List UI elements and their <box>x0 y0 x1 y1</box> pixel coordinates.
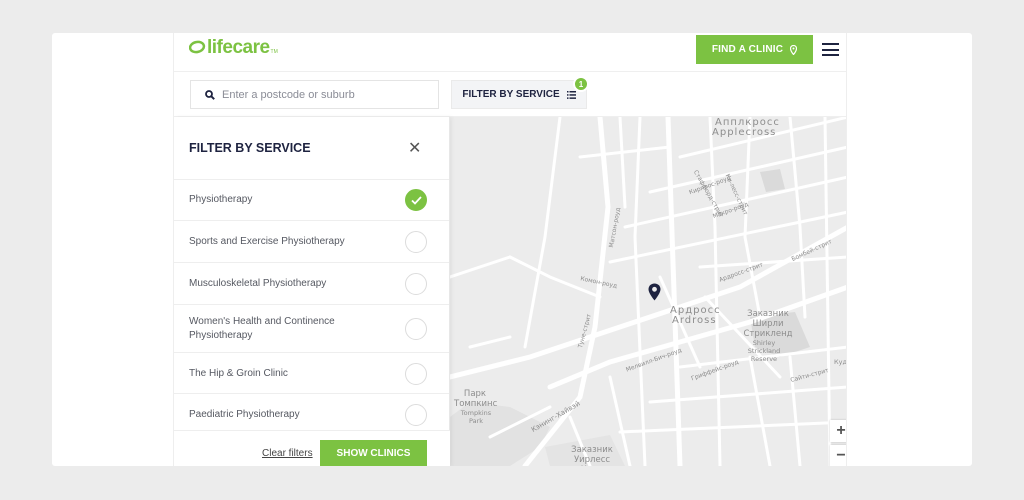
map-area-label-tompkins: Tompkins Park <box>460 409 492 425</box>
active-filter-count-badge: 1 <box>573 76 589 92</box>
map-area-label-wireless-hill: Заказник Уирлесс Хилл <box>571 445 613 466</box>
screenshot-card: lifecare TM FIND A CLINIC Enter a postco… <box>52 33 972 466</box>
service-option-label: Sports and Exercise Physiotherapy <box>189 236 345 247</box>
panel-title: FILTER BY SERVICE <box>189 141 311 155</box>
service-option-sports-exercise[interactable]: Sports and Exercise Physiotherapy <box>174 221 449 263</box>
service-option-label: Women's Health and Continence Physiother… <box>189 316 335 341</box>
map-area-label-applecross: Applecross <box>712 127 777 138</box>
leaf-swoosh-icon <box>189 40 206 54</box>
search-bar-row: FILTER BY SERVICE 1 <box>174 71 846 117</box>
lifecare-logo[interactable]: lifecare TM <box>189 38 278 58</box>
location-marker-icon[interactable] <box>648 283 661 301</box>
logo-trademark: TM <box>270 49 278 55</box>
map-area-label-tompkins-ru: Парк Томпкинс <box>454 389 498 409</box>
filter-button-label: FILTER BY SERVICE <box>462 89 560 100</box>
service-option-hip-groin[interactable]: The Hip & Groin Clinic <box>174 353 449 394</box>
map-area-label-ardross: Ardross <box>672 315 717 326</box>
service-option-label: Musculoskeletal Physiotherapy <box>189 278 327 289</box>
service-checkbox[interactable] <box>405 318 427 340</box>
service-checkbox[interactable] <box>405 231 427 253</box>
zoom-out-button[interactable]: − <box>830 445 846 466</box>
service-option-musculoskeletal[interactable]: Musculoskeletal Physiotherapy <box>174 263 449 305</box>
service-option-paediatric[interactable]: Paediatric Physiotherapy <box>174 394 449 434</box>
service-option-label: Physiotherapy <box>189 194 253 205</box>
service-option-label: The Hip & Groin Clinic <box>189 368 288 379</box>
map-edge-label: Кудс <box>834 358 847 366</box>
close-icon[interactable]: ✕ <box>408 138 421 158</box>
zoom-in-button[interactable]: + <box>830 420 846 442</box>
service-checkbox-checked[interactable] <box>405 189 427 211</box>
clear-filters-link[interactable]: Clear filters <box>262 448 313 459</box>
list-icon <box>566 90 576 99</box>
service-option-label: Paediatric Physiotherapy <box>189 409 300 420</box>
map-area-label-reserve: Shirley Strickland Reserve <box>747 339 781 363</box>
service-checkbox[interactable] <box>405 273 427 295</box>
find-a-clinic-button[interactable]: FIND A CLINIC <box>696 35 813 64</box>
map-view[interactable]: Апплкросс Applecross Ардросс Ardross Зак… <box>450 117 847 466</box>
map-area-label-reserve-ru: Заказник Ширли Стрикленд <box>743 309 793 339</box>
search-field[interactable] <box>190 80 439 109</box>
checkmark-icon <box>410 195 422 205</box>
logo-text: lifecare <box>207 37 270 58</box>
clinic-finder-page: lifecare TM FIND A CLINIC Enter a postco… <box>173 33 847 466</box>
service-checkbox[interactable] <box>405 404 427 426</box>
service-option-physiotherapy[interactable]: Physiotherapy <box>174 180 449 221</box>
filter-by-service-panel: FILTER BY SERVICE ✕ Physiotherapy Sports… <box>174 117 450 466</box>
service-checkbox[interactable] <box>405 363 427 385</box>
search-icon <box>205 89 215 100</box>
filter-by-service-button[interactable]: FILTER BY SERVICE <box>451 80 587 109</box>
show-clinics-button[interactable]: SHOW CLINICS <box>320 440 427 466</box>
site-header: lifecare TM FIND A CLINIC <box>174 33 846 71</box>
find-a-clinic-label: FIND A CLINIC <box>711 44 784 55</box>
search-input[interactable] <box>222 88 432 101</box>
hamburger-menu-icon[interactable] <box>822 43 839 56</box>
panel-footer: Clear filters SHOW CLINICS <box>174 430 450 466</box>
panel-header: FILTER BY SERVICE ✕ <box>174 117 449 180</box>
map-pin-icon <box>790 44 798 55</box>
service-option-womens-health[interactable]: Women's Health and Continence Physiother… <box>174 305 449 353</box>
